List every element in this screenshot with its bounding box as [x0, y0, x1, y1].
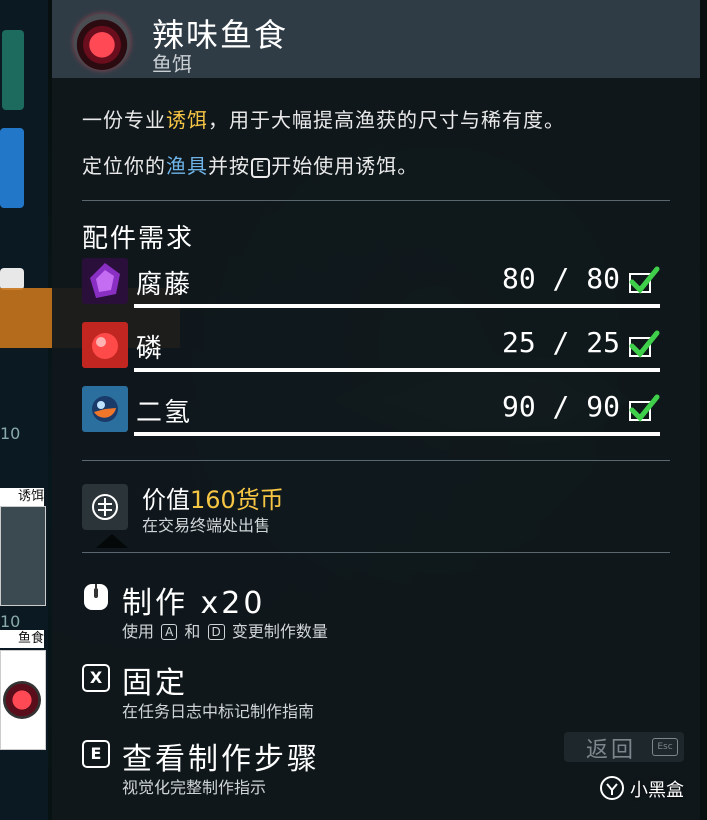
item-header: 辣味鱼食 鱼饵 [52, 0, 700, 78]
item-subtitle: 鱼饵 [152, 52, 192, 76]
phosphorus-icon [82, 322, 128, 368]
requirements-title: 配件需求 [82, 224, 195, 254]
e-key-icon: E [82, 740, 110, 768]
requirement-count: 80 / 80 [501, 262, 620, 295]
fishing-gear-keyword: 渔具 [166, 154, 208, 178]
item-description-line2: 定位你的渔具并按 E 开始使用诱饵。 [82, 154, 419, 178]
pin-label: 固定 [122, 666, 188, 701]
background-bait-card [0, 506, 46, 606]
craft-hint: 使用 A 和 D 变更制作数量 [122, 622, 328, 641]
requirement-name: 二氢 [136, 398, 193, 428]
xiaoheihe-logo-icon [600, 776, 624, 800]
esc-key-icon: Esc [652, 738, 678, 756]
view-steps-label: 查看制作步骤 [122, 742, 320, 777]
requirement-count: 25 / 25 [501, 326, 620, 359]
value-subtext: 在交易终端处出售 [142, 516, 271, 535]
back-button[interactable]: 返回 Esc [564, 732, 684, 763]
units-currency-icon [82, 484, 128, 530]
background-food-card [0, 650, 46, 750]
e-key-icon: E [251, 158, 271, 178]
bait-keyword: 诱饵 [166, 108, 208, 132]
value-label: 价值160货币 [142, 486, 284, 514]
background-slot-count: 10 [0, 424, 21, 443]
view-steps-hint: 视觉化完整制作指示 [122, 778, 267, 797]
value-amount: 160货币 [190, 486, 284, 514]
background-slot-icon [2, 30, 24, 110]
check-icon [629, 394, 660, 422]
requirement-progress-bar [134, 304, 660, 308]
background-slot-icon [0, 128, 24, 208]
item-description-line1: 一份专业诱饵，用于大幅提高渔获的尺寸与稀有度。 [82, 108, 565, 132]
requirement-name: 磷 [136, 334, 165, 364]
requirement-count: 90 / 90 [501, 390, 620, 423]
a-key-icon: A [161, 624, 178, 640]
divider [82, 200, 670, 201]
rotten-vine-icon [82, 258, 128, 304]
background-card-label: 诱饵 [0, 488, 44, 506]
check-icon [629, 266, 660, 294]
check-icon [629, 330, 660, 358]
requirement-name: 腐藤 [136, 270, 193, 300]
back-label: 返回 [586, 738, 637, 763]
dihydrogen-icon [82, 386, 128, 432]
background-slot-icon [0, 268, 24, 290]
background-slot-count: 10 [0, 612, 21, 631]
craft-label: 制作 x20 [122, 586, 266, 621]
d-key-icon: D [207, 624, 225, 640]
divider [82, 552, 670, 553]
requirement-row-phosphorus: 磷 25 / 25 [82, 322, 662, 372]
requirement-row-dihydrogen: 二氢 90 / 90 [82, 386, 662, 436]
item-info-panel: 辣味鱼食 鱼饵 一份专业诱饵，用于大幅提高渔获的尺寸与稀有度。 定位你的渔具并按… [52, 0, 700, 820]
watermark-text: 小黑盒 [630, 780, 684, 801]
view-steps-action[interactable]: E 查看制作步骤 视觉化完整制作指示 [82, 734, 642, 797]
mouse-icon [84, 584, 108, 610]
pin-action[interactable]: X 固定 在任务日志中标记制作指南 [82, 658, 642, 721]
requirement-progress-bar [134, 432, 660, 436]
background-card-label: 鱼食 [0, 630, 44, 648]
craft-action[interactable]: 制作 x20 使用 A 和 D 变更制作数量 [82, 578, 642, 641]
divider [82, 460, 670, 461]
requirement-progress-bar [134, 368, 660, 372]
watermark: 小黑盒 [600, 774, 700, 804]
pin-hint: 在任务日志中标记制作指南 [122, 702, 315, 721]
requirement-row-rotten-vine: 腐藤 80 / 80 [82, 258, 662, 308]
x-key-icon: X [82, 664, 110, 692]
caret-up-icon [96, 534, 128, 548]
spicy-fish-food-icon [74, 14, 130, 70]
